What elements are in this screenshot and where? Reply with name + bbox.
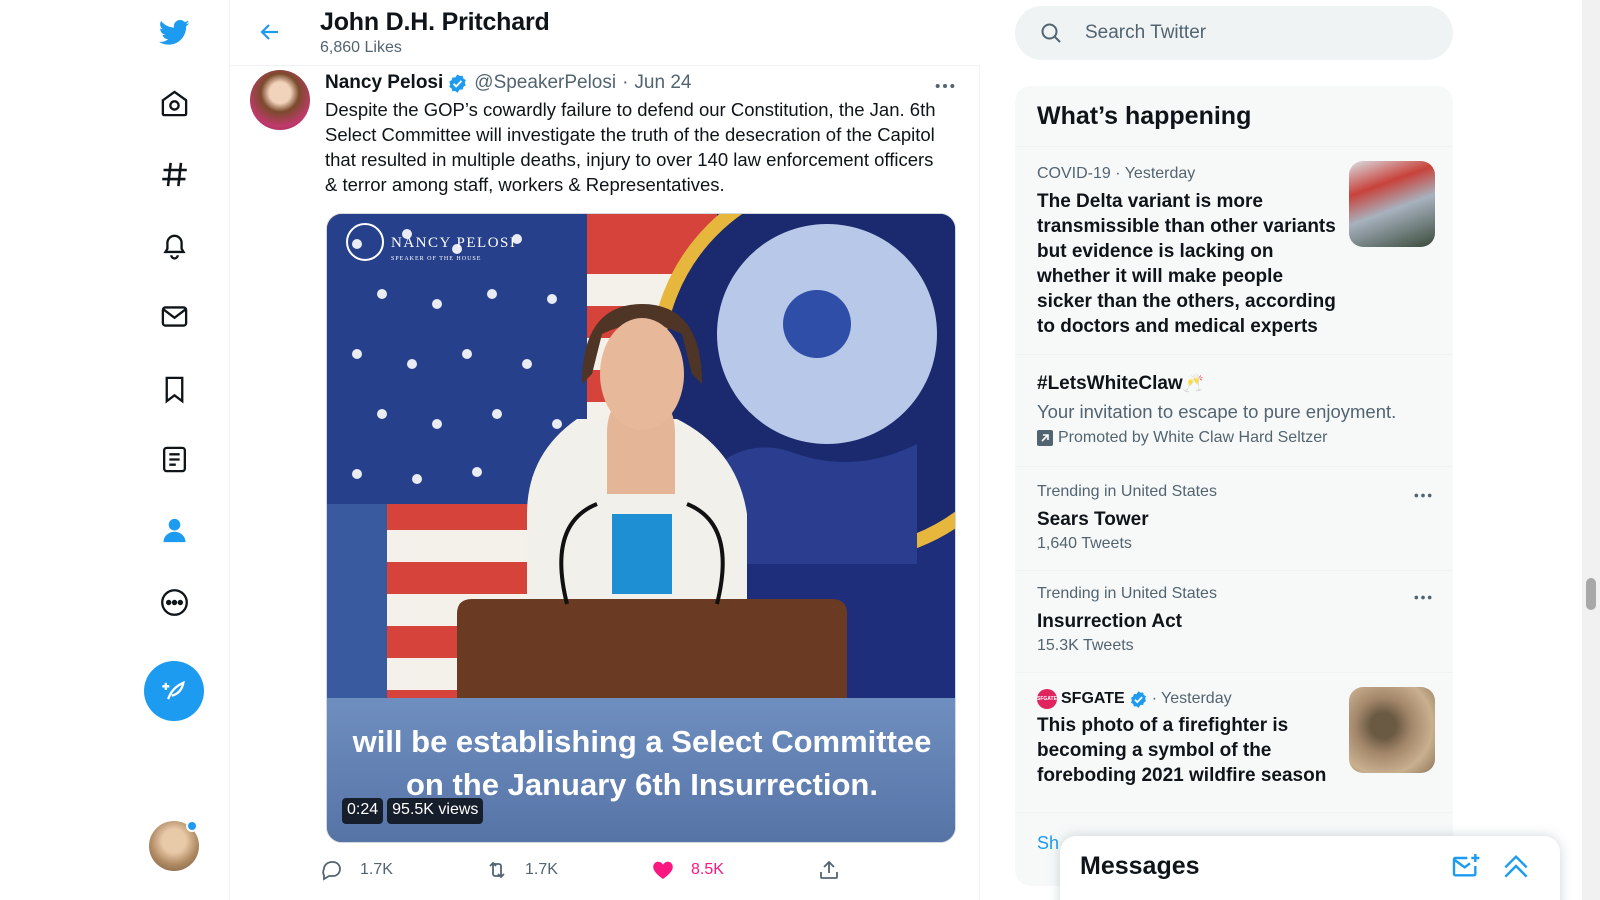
trend-name: Insurrection Act bbox=[1037, 611, 1182, 632]
whats-happening-panel: What’s happening COVID-19 · Yesterday Th… bbox=[1015, 86, 1453, 886]
video-badges: 0:24 95.5K views bbox=[342, 798, 484, 824]
page-title: John D.H. Pritchard bbox=[320, 8, 550, 36]
feather-plus-icon bbox=[162, 680, 185, 700]
compose-tweet-button[interactable] bbox=[144, 661, 204, 721]
messages-envelope-icon[interactable] bbox=[147, 289, 201, 343]
verified-badge-icon bbox=[1130, 690, 1146, 708]
firefighter-thumbnail-image bbox=[1349, 687, 1435, 773]
show-more-link[interactable]: Sh bbox=[1037, 833, 1059, 854]
tweet[interactable]: Nancy Pelosi @SpeakerPelosi · Jun 24 Des… bbox=[230, 66, 980, 900]
twitter-logo-icon[interactable] bbox=[147, 5, 201, 59]
author-avatar[interactable] bbox=[250, 70, 310, 130]
heart-filled-icon bbox=[653, 861, 673, 879]
page-scrollbar[interactable] bbox=[1582, 0, 1600, 900]
tweet-text: Despite the GOP’s cowardly failure to de… bbox=[325, 99, 936, 195]
share-button[interactable] bbox=[817, 852, 841, 888]
notification-dot bbox=[186, 820, 198, 832]
left-sidebar bbox=[0, 0, 230, 900]
sfgate-logo-icon: SFGATE bbox=[1037, 689, 1057, 709]
trend-item-promoted[interactable]: #LetsWhiteClaw🥂 Your invitation to escap… bbox=[1015, 354, 1453, 466]
promoted-label: Promoted by White Claw Hard Seltzer bbox=[1037, 429, 1327, 447]
more-options-icon[interactable] bbox=[147, 575, 201, 629]
retweet-button[interactable]: 1.7K bbox=[485, 852, 558, 888]
separator-dot: · bbox=[622, 72, 629, 93]
reply-button[interactable]: 1.7K bbox=[320, 852, 393, 888]
video-duration: 0:24 bbox=[342, 798, 384, 824]
trend-more-icon[interactable] bbox=[1411, 587, 1435, 607]
trend-headline: The Delta variant is more transmissible … bbox=[1037, 191, 1336, 337]
video-frame: NANCY PELOSI SPEAKER OF THE HOUSE bbox=[327, 214, 955, 704]
author-name[interactable]: Nancy Pelosi bbox=[325, 72, 443, 94]
like-button[interactable]: 8.5K bbox=[651, 852, 724, 888]
search-input[interactable] bbox=[1085, 6, 1425, 60]
reply-icon bbox=[322, 861, 341, 881]
news-source-line: SFGATE SFGATE · Yesterday bbox=[1037, 689, 1232, 709]
home-icon[interactable] bbox=[147, 76, 201, 130]
lists-icon[interactable] bbox=[147, 432, 201, 486]
messages-title: Messages bbox=[1080, 852, 1200, 880]
trend-item-insurrection-act[interactable]: Trending in United States Insurrection A… bbox=[1015, 570, 1453, 672]
trend-name: Sears Tower bbox=[1037, 509, 1149, 530]
news-headline: This photo of a firefighter is becoming … bbox=[1037, 715, 1327, 786]
scrollbar-thumb[interactable] bbox=[1586, 578, 1596, 610]
search-icon bbox=[1041, 23, 1061, 43]
champagne-emoji-icon: 🥂 bbox=[1182, 374, 1204, 393]
chevron-up-double-icon[interactable] bbox=[1500, 850, 1532, 882]
trend-tweet-count: 15.3K Tweets bbox=[1037, 637, 1134, 654]
twitter-app: John D.H. Pritchard 6,860 Likes Nancy Pe… bbox=[0, 0, 1600, 900]
share-icon bbox=[820, 860, 838, 879]
trend-meta: COVID-19 · Yesterday bbox=[1037, 165, 1196, 182]
promoted-hashtag: #LetsWhiteClaw🥂 bbox=[1037, 371, 1204, 396]
trend-tweet-count: 1,640 Tweets bbox=[1037, 535, 1132, 552]
video-views: 95.5K views bbox=[387, 798, 484, 824]
trend-item-covid[interactable]: COVID-19 · Yesterday The Delta variant i… bbox=[1015, 146, 1453, 354]
tweet-date[interactable]: Jun 24 bbox=[634, 72, 691, 94]
notifications-bell-icon[interactable] bbox=[147, 218, 201, 272]
bookmarks-icon[interactable] bbox=[147, 362, 201, 416]
promoted-arrow-icon bbox=[1037, 430, 1053, 446]
retweet-icon bbox=[489, 861, 505, 879]
news-source-name: SFGATE bbox=[1061, 690, 1125, 707]
trend-context: Trending in United States bbox=[1037, 483, 1217, 500]
trend-item-sfgate[interactable]: SFGATE SFGATE · Yesterday This photo of … bbox=[1015, 672, 1453, 812]
likes-count: 6,860 Likes bbox=[320, 39, 402, 56]
video-watermark: NANCY PELOSI bbox=[391, 235, 516, 251]
author-handle[interactable]: @SpeakerPelosi bbox=[474, 72, 616, 94]
tweet-more-icon[interactable] bbox=[930, 76, 960, 96]
promoted-description: Your invitation to escape to pure enjoym… bbox=[1037, 401, 1397, 422]
caption-line-1: will be establishing a Select Committee bbox=[352, 724, 932, 759]
main-column: John D.H. Pritchard 6,860 Likes Nancy Pe… bbox=[230, 0, 980, 900]
verified-badge-icon bbox=[447, 73, 468, 94]
tweet-video[interactable]: NANCY PELOSI SPEAKER OF THE HOUSE will b… bbox=[326, 213, 956, 843]
news-time: Yesterday bbox=[1161, 690, 1232, 707]
retweet-count: 1.7K bbox=[525, 861, 558, 878]
video-watermark-subtitle: SPEAKER OF THE HOUSE bbox=[391, 256, 481, 262]
page-header: John D.H. Pritchard 6,860 Likes bbox=[230, 0, 980, 66]
panel-title: What’s happening bbox=[1037, 102, 1252, 130]
tweet-actions: 1.7K 1.7K 8.5K bbox=[320, 852, 880, 888]
trend-context: Trending in United States bbox=[1037, 585, 1217, 602]
profile-icon[interactable] bbox=[147, 503, 201, 557]
trend-thumbnail-image bbox=[1349, 161, 1435, 247]
tweet-header: Nancy Pelosi @SpeakerPelosi · Jun 24 bbox=[325, 70, 691, 96]
separator-dot: · bbox=[1151, 690, 1158, 707]
search-bar[interactable] bbox=[1015, 6, 1453, 60]
messages-drawer[interactable]: Messages bbox=[1060, 836, 1560, 900]
reply-count: 1.7K bbox=[360, 861, 393, 878]
trend-item-sears-tower[interactable]: Trending in United States Sears Tower 1,… bbox=[1015, 466, 1453, 570]
promoted-by-text: Promoted by White Claw Hard Seltzer bbox=[1058, 429, 1328, 446]
explore-hashtag-icon[interactable] bbox=[147, 147, 201, 201]
back-arrow-icon[interactable] bbox=[250, 14, 290, 50]
trend-more-icon[interactable] bbox=[1411, 485, 1435, 505]
account-avatar[interactable] bbox=[149, 820, 199, 871]
new-message-icon[interactable] bbox=[1450, 850, 1482, 882]
hashtag-text: #LetsWhiteClaw bbox=[1037, 373, 1183, 394]
like-count: 8.5K bbox=[691, 861, 724, 878]
